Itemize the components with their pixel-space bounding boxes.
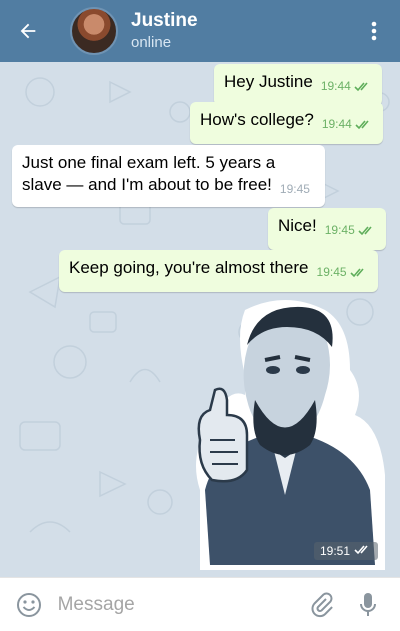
double-check-icon bbox=[354, 544, 372, 558]
message-text: How's college? bbox=[200, 110, 314, 129]
chat-header: Justine online bbox=[0, 0, 400, 62]
contact-info[interactable]: Justine online bbox=[131, 10, 198, 53]
paperclip-icon bbox=[311, 592, 334, 617]
lincoln-thumbs-up-sticker[interactable] bbox=[185, 300, 385, 570]
double-check-icon bbox=[355, 115, 373, 137]
message-meta: 19:45 bbox=[280, 178, 310, 200]
message-time: 19:44 bbox=[321, 117, 352, 131]
emoji-button[interactable] bbox=[0, 578, 58, 631]
more-options-button[interactable] bbox=[360, 17, 388, 45]
message-meta: 19:44 bbox=[322, 113, 373, 137]
message-input[interactable] bbox=[57, 588, 303, 621]
message-time: 19:44 bbox=[320, 79, 351, 93]
back-button[interactable] bbox=[0, 0, 56, 62]
double-check-icon bbox=[354, 77, 372, 99]
message-meta: 19:45 bbox=[317, 261, 368, 285]
message-list[interactable]: Hey Justine 19:44 How's college? 19:44 Jus… bbox=[0, 62, 400, 577]
avatar[interactable] bbox=[70, 7, 118, 55]
more-vertical-icon bbox=[371, 21, 377, 41]
arrow-left-icon bbox=[20, 23, 36, 39]
contact-status: online bbox=[131, 33, 172, 51]
message-meta: 19:45 bbox=[325, 219, 376, 243]
message-composer bbox=[0, 577, 400, 631]
message-bubble-outgoing[interactable]: Keep going, you're almost there 19:45 bbox=[59, 250, 378, 292]
message-bubble-outgoing[interactable]: Hey Justine 19:44 bbox=[214, 64, 382, 106]
voice-message-button[interactable] bbox=[346, 578, 390, 631]
message-text: Hey Justine bbox=[224, 72, 313, 91]
sticker-meta: 19:51 bbox=[314, 542, 379, 560]
attach-button[interactable] bbox=[303, 578, 347, 631]
message-time: 19:45 bbox=[316, 265, 347, 279]
message-meta: 19:44 bbox=[321, 75, 372, 99]
message-text: Keep going, you're almost there bbox=[69, 258, 309, 277]
message-bubble-outgoing[interactable]: How's college? 19:44 bbox=[190, 102, 383, 144]
double-check-icon bbox=[349, 263, 368, 285]
double-check-icon bbox=[358, 221, 376, 243]
message-bubble-incoming[interactable]: Just one final exam left. 5 years a slav… bbox=[12, 145, 325, 207]
smile-icon bbox=[16, 592, 41, 617]
message-bubble-outgoing[interactable]: Nice! 19:45 bbox=[268, 208, 386, 250]
message-time: 19:45 bbox=[324, 223, 355, 237]
contact-name: Justine bbox=[131, 9, 198, 31]
sticker-time: 19:51 bbox=[320, 544, 351, 558]
message-time: 19:45 bbox=[279, 182, 310, 196]
microphone-icon bbox=[360, 592, 377, 616]
message-text: Just one final exam left. 5 years a slav… bbox=[22, 153, 276, 194]
message-text: Nice! bbox=[278, 216, 317, 235]
